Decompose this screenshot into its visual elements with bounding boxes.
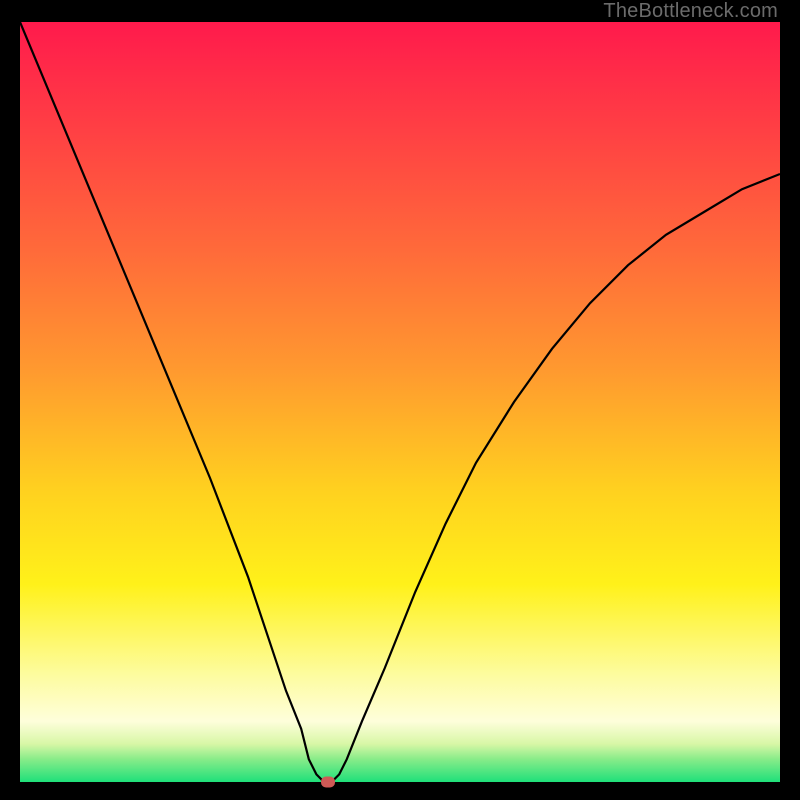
chart-frame [20,22,780,782]
watermark-text: TheBottleneck.com [603,0,778,23]
bottleneck-chart [20,22,780,782]
chart-background [20,22,780,782]
optimum-marker [321,777,335,788]
